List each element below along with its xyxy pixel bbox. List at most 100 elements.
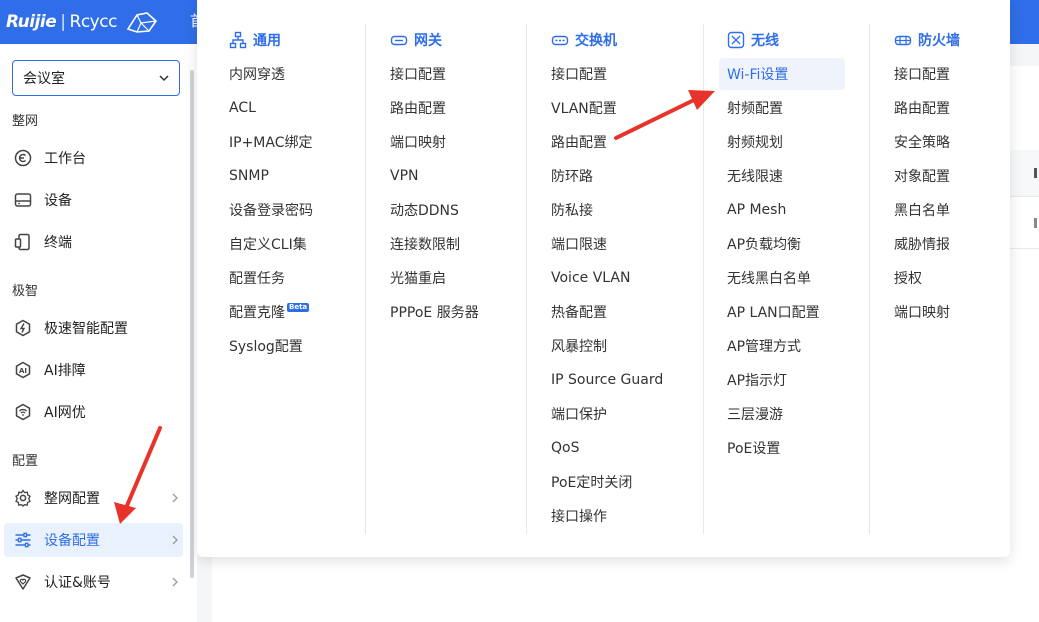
menu-item-rogue-prevention[interactable]: 防私接 <box>543 194 685 226</box>
sidebar-item-network-config[interactable]: 整网配置 <box>4 481 183 515</box>
menu-item-interface-operation[interactable]: 接口操作 <box>543 500 685 532</box>
menu-item-ap-indicator[interactable]: AP指示灯 <box>719 364 861 396</box>
sidebar-item-device-config[interactable]: 设备配置 <box>4 523 183 557</box>
menu-column-title-text: 防火墙 <box>918 33 960 49</box>
menu-column-firewall: 防火墙 接口配置 路由配置 安全策略 对象配置 黑白名单 威胁情报 授权 端口映… <box>894 24 1004 534</box>
sidebar-item-label: 整网配置 <box>44 491 100 507</box>
menu-item-threat-intel[interactable]: 威胁情报 <box>886 228 996 260</box>
menu-item-sw-route-config[interactable]: 路由配置 <box>543 126 685 158</box>
menu-item-ap-management-mode[interactable]: AP管理方式 <box>719 330 861 362</box>
network-tree-icon <box>229 31 247 49</box>
sidebar-item-terminals[interactable]: 终端 <box>4 225 183 259</box>
menu-item-pppoe-server[interactable]: PPPoE 服务器 <box>382 296 524 328</box>
menu-item-poe-settings[interactable]: PoE设置 <box>719 432 861 464</box>
menu-column-title: 防火墙 <box>894 30 960 50</box>
sidebar-item-label: 极速智能配置 <box>44 321 128 337</box>
terminal-icon <box>12 231 34 253</box>
menu-column-divider <box>365 24 366 534</box>
sidebar-item-auth-account[interactable]: 认证&账号 <box>4 565 183 599</box>
menu-item-modem-restart[interactable]: 光猫重启 <box>382 262 524 294</box>
ai-troubleshoot-icon: AI <box>12 359 34 381</box>
brand-mark-icon <box>126 12 158 33</box>
menu-item-gw-port-mapping[interactable]: 端口映射 <box>382 126 524 158</box>
menu-item-ip-mac-binding[interactable]: IP+MAC绑定 <box>221 126 363 158</box>
sidebar-item-label: AI网优 <box>44 405 86 421</box>
menu-item-object-config[interactable]: 对象配置 <box>886 160 996 192</box>
menu-item-fw-route-config[interactable]: 路由配置 <box>886 92 996 124</box>
menu-item-hot-standby[interactable]: 热备配置 <box>543 296 685 328</box>
menu-item-ddns[interactable]: 动态DDNS <box>382 194 524 226</box>
menu-item-fw-interface-config[interactable]: 接口配置 <box>886 58 996 90</box>
menu-item-wifi-settings[interactable]: Wi-Fi设置 <box>719 58 845 90</box>
menu-column-divider <box>703 24 704 534</box>
menu-item-snmp[interactable]: SNMP <box>221 160 363 192</box>
sidebar-item-label: 终端 <box>44 235 72 251</box>
brand-sub-name: Rcycc <box>69 12 118 32</box>
menu-item-vpn[interactable]: VPN <box>382 160 524 192</box>
menu-item-custom-cli[interactable]: 自定义CLI集 <box>221 228 363 260</box>
menu-item-voice-vlan[interactable]: Voice VLAN <box>543 262 685 294</box>
menu-column-title-text: 交换机 <box>575 33 617 49</box>
menu-item-port-rate-limit[interactable]: 端口限速 <box>543 228 685 260</box>
menu-item-port-protection[interactable]: 端口保护 <box>543 398 685 430</box>
menu-item-config-clone[interactable]: 配置克隆 Beta <box>221 296 363 328</box>
menu-item-ap-mesh[interactable]: AP Mesh <box>719 194 861 226</box>
menu-item-gw-route-config[interactable]: 路由配置 <box>382 92 524 124</box>
menu-item-black-white-list[interactable]: 黑白名单 <box>886 194 996 226</box>
menu-column-wireless: 无线 Wi-Fi设置 射频配置 射频规划 无线限速 AP Mesh AP负载均衡… <box>719 24 857 534</box>
menu-column-title: 网关 <box>390 30 442 50</box>
sidebar-scrollbar[interactable] <box>190 70 194 578</box>
menu-item-rf-planning[interactable]: 射频规划 <box>719 126 861 158</box>
brand-logo[interactable]: Ruijie | Rcycc <box>6 9 159 35</box>
sidebar-item-ai-optimize[interactable]: AI网优 <box>4 395 183 429</box>
menu-item-fw-port-mapping[interactable]: 端口映射 <box>886 296 996 328</box>
dashboard-icon <box>12 147 34 169</box>
menu-item-rf-config[interactable]: 射频配置 <box>719 92 861 124</box>
menu-item-syslog-config[interactable]: Syslog配置 <box>221 330 363 362</box>
sidebar-item-ai-troubleshoot[interactable]: AI AI排障 <box>4 353 183 387</box>
menu-column-title: 通用 <box>229 30 281 50</box>
menu-item-l3-roaming[interactable]: 三层漫游 <box>719 398 861 430</box>
sidebar-item-smart-config[interactable]: 极速智能配置 <box>4 311 183 345</box>
menu-column-title-text: 通用 <box>253 33 281 49</box>
menu-item-intranet-penetration[interactable]: 内网穿透 <box>221 58 363 90</box>
menu-item-acl[interactable]: ACL <box>221 92 363 124</box>
menu-item-device-login-password[interactable]: 设备登录密码 <box>221 194 363 226</box>
menu-item-license[interactable]: 授权 <box>886 262 996 294</box>
menu-item-gw-interface-config[interactable]: 接口配置 <box>382 58 524 90</box>
menu-column-title-text: 网关 <box>414 33 442 49</box>
menu-item-ip-source-guard[interactable]: IP Source Guard <box>543 364 685 396</box>
chevron-right-icon <box>172 535 178 545</box>
menu-item-security-policy[interactable]: 安全策略 <box>886 126 996 158</box>
menu-column-divider <box>526 24 527 534</box>
menu-item-qos[interactable]: QoS <box>543 432 685 464</box>
router-icon <box>390 35 408 46</box>
sidebar-group-title: 极智 <box>12 284 39 299</box>
menu-item-wireless-rate-limit[interactable]: 无线限速 <box>719 160 861 192</box>
menu-item-ap-load-balance[interactable]: AP负载均衡 <box>719 228 861 260</box>
chevron-right-icon <box>172 493 178 503</box>
sidebar: 会议室 整网 工作台 设备 终端 极智 极速智能配置 AI AI排障 AI网优 … <box>0 44 197 622</box>
beta-badge: Beta <box>287 302 310 312</box>
menu-item-storm-control[interactable]: 风暴控制 <box>543 330 685 362</box>
chevron-right-icon <box>172 577 178 587</box>
sliders-icon <box>12 529 34 551</box>
menu-item-ap-lan-port[interactable]: AP LAN口配置 <box>719 296 861 328</box>
sidebar-item-label: 设备 <box>44 193 72 209</box>
menu-item-sw-interface-config[interactable]: 接口配置 <box>543 58 685 90</box>
menu-column-switch: 交换机 接口配置 VLAN配置 路由配置 防环路 防私接 端口限速 Voice … <box>551 24 691 534</box>
sidebar-item-dashboard[interactable]: 工作台 <box>4 141 183 175</box>
sidebar-group-title: 配置 <box>12 454 39 469</box>
menu-item-config-task[interactable]: 配置任务 <box>221 262 363 294</box>
device-icon <box>12 189 34 211</box>
menu-column-title: 无线 <box>727 30 779 50</box>
table-border <box>1010 196 1039 197</box>
menu-item-wireless-blacklist[interactable]: 无线黑白名单 <box>719 262 861 294</box>
sidebar-item-devices[interactable]: 设备 <box>4 183 183 217</box>
site-select[interactable]: 会议室 <box>12 60 180 96</box>
menu-item-poe-schedule-off[interactable]: PoE定时关闭 <box>543 466 685 498</box>
menu-item-connection-limit[interactable]: 连接数限制 <box>382 228 524 260</box>
menu-item-loop-prevention[interactable]: 防环路 <box>543 160 685 192</box>
wifi-optimize-icon <box>12 401 34 423</box>
menu-item-vlan-config[interactable]: VLAN配置 <box>543 92 685 124</box>
